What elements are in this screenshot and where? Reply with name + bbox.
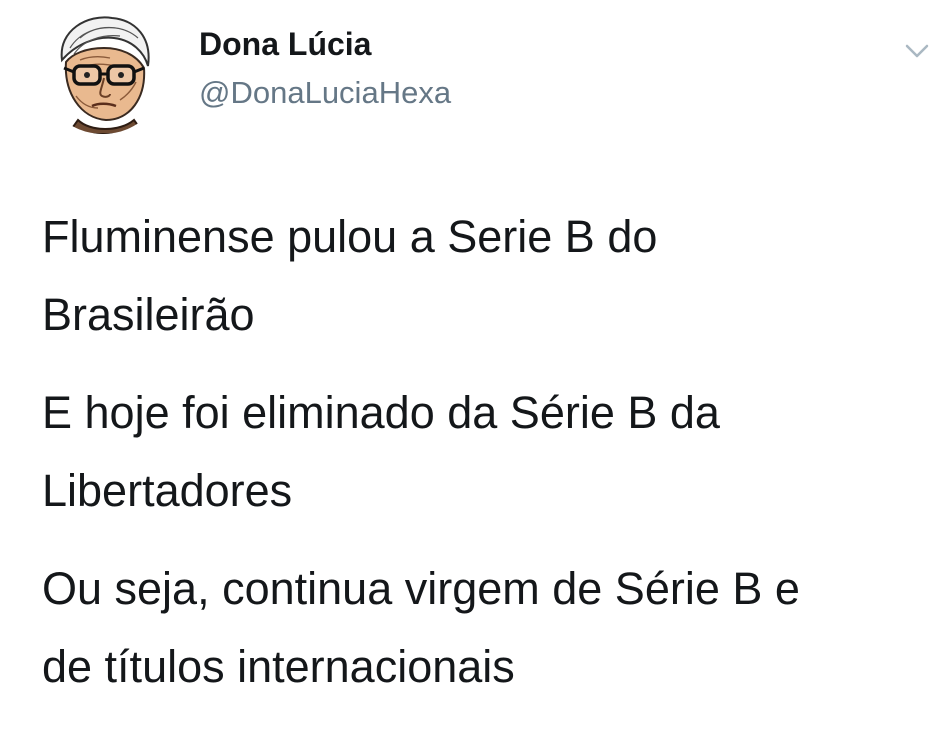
tweet-author: Dona Lúcia @DonaLuciaHexa — [199, 24, 451, 112]
tweet-options-button[interactable] — [897, 36, 937, 66]
author-display-name[interactable]: Dona Lúcia — [199, 24, 451, 64]
tweet-text: Fluminense pulou a Serie B do Brasileirã… — [42, 198, 942, 726]
tweet-paragraph: Fluminense pulou a Serie B do Brasileirã… — [42, 211, 658, 340]
author-avatar[interactable] — [40, 8, 166, 134]
avatar-illustration — [60, 16, 150, 134]
tweet-paragraph: Ou seja, continua virgem de Série B e de… — [42, 563, 800, 692]
chevron-down-icon — [905, 44, 929, 58]
author-handle[interactable]: @DonaLuciaHexa — [199, 74, 451, 112]
tweet-paragraph: E hoje foi eliminado da Série B da Liber… — [42, 387, 720, 516]
tweet-card: Dona Lúcia @DonaLuciaHexa Fluminense pul… — [0, 0, 950, 729]
